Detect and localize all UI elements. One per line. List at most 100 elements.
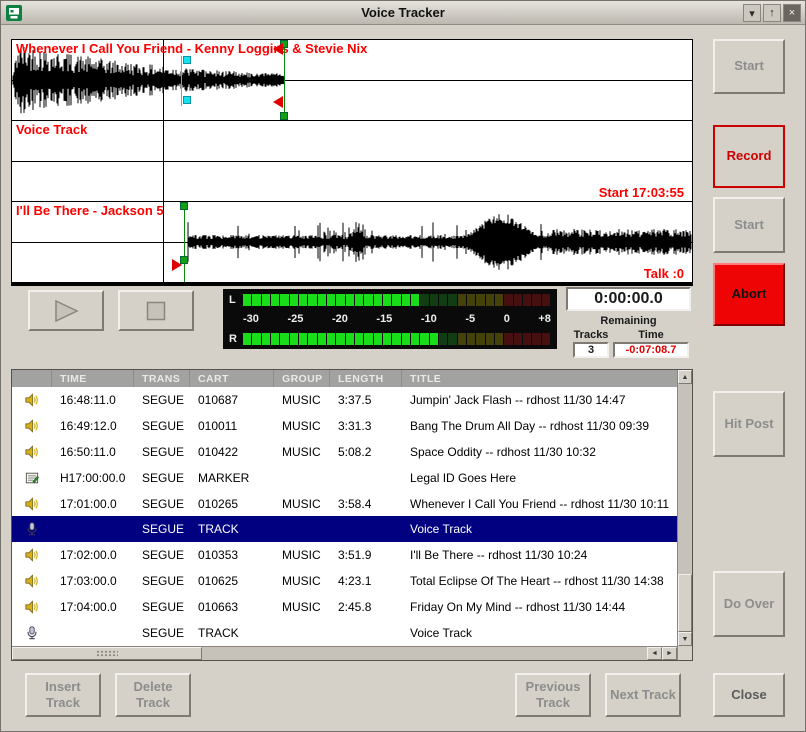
meter-segment bbox=[411, 294, 419, 306]
marker-icon bbox=[12, 471, 52, 485]
start-button-1[interactable]: Start bbox=[713, 39, 785, 94]
horizontal-scrollbar[interactable]: ◄ ► bbox=[12, 646, 677, 660]
scroll-down-icon[interactable]: ▼ bbox=[678, 632, 692, 646]
track-panel-3[interactable]: I'll Be There - Jackson 5 Talk :0 bbox=[12, 202, 692, 283]
cell-cart: 010265 bbox=[190, 497, 274, 511]
meter-segment bbox=[476, 333, 484, 345]
meter-scale-label: +8 bbox=[538, 313, 551, 325]
meter-segment bbox=[299, 333, 307, 345]
cell-time: 17:03:00.0 bbox=[52, 574, 134, 588]
insert-track-button[interactable]: Insert Track bbox=[25, 673, 101, 717]
fade-marker-handle[interactable] bbox=[183, 56, 191, 64]
zero-line bbox=[12, 80, 692, 81]
meter-left-label: L bbox=[229, 294, 243, 306]
cell-title: Space Oddity -- rdhost 11/30 10:32 bbox=[402, 445, 677, 459]
table-row[interactable]: SEGUETRACKVoice Track bbox=[12, 620, 677, 646]
table-row[interactable]: SEGUETRACKVoice Track bbox=[12, 516, 677, 542]
cell-title: Voice Track bbox=[402, 522, 677, 536]
do-over-button[interactable]: Do Over bbox=[713, 571, 785, 637]
cell-title: Whenever I Call You Friend -- rdhost 11/… bbox=[402, 497, 677, 511]
maximize-icon[interactable]: ↑ bbox=[763, 4, 781, 22]
table-row[interactable]: 16:49:12.0SEGUE010011MUSIC3:31.3Bang The… bbox=[12, 413, 677, 439]
fade-marker-handle[interactable] bbox=[183, 96, 191, 104]
table-row[interactable]: 16:50:11.0SEGUE010422MUSIC5:08.2Space Od… bbox=[12, 439, 677, 465]
table-row[interactable]: 17:02:00.0SEGUE010353MUSIC3:51.9I'll Be … bbox=[12, 542, 677, 568]
meter-segment bbox=[271, 294, 279, 306]
meter-segment bbox=[430, 333, 438, 345]
segue-marker-handle[interactable] bbox=[280, 112, 288, 120]
table-row[interactable]: 17:03:00.0SEGUE010625MUSIC4:23.1Total Ec… bbox=[12, 568, 677, 594]
record-button[interactable]: Record bbox=[713, 125, 785, 188]
meter-segment bbox=[327, 294, 335, 306]
track-start-time: Start 17:03:55 bbox=[599, 185, 684, 200]
titlebar[interactable]: Voice Tracker ▾ ↑ × bbox=[1, 1, 805, 25]
meter-segment bbox=[523, 294, 531, 306]
cell-trans: SEGUE bbox=[134, 574, 190, 588]
cell-title: Bang The Drum All Day -- rdhost 11/30 09… bbox=[402, 419, 677, 433]
delete-track-button[interactable]: Delete Track bbox=[115, 673, 191, 717]
meter-segment bbox=[355, 333, 363, 345]
meter-segment bbox=[318, 333, 326, 345]
column-header-group[interactable]: GROUP bbox=[274, 370, 330, 387]
meter-segment bbox=[299, 294, 307, 306]
vertical-scroll-track[interactable] bbox=[678, 384, 692, 632]
vertical-scrollbar[interactable]: ▲ ▼ bbox=[677, 370, 692, 660]
column-header-trans[interactable]: TRANS bbox=[134, 370, 190, 387]
previous-track-button[interactable]: Previous Track bbox=[515, 673, 591, 717]
log-table: TIMETRANSCARTGROUPLENGTHTITLE 16:48:11.0… bbox=[11, 369, 693, 661]
log-table-header[interactable]: TIMETRANSCARTGROUPLENGTHTITLE bbox=[12, 370, 677, 387]
meter-segment bbox=[476, 294, 484, 306]
stop-button[interactable] bbox=[118, 290, 194, 331]
scroll-right-icon[interactable]: ► bbox=[662, 647, 677, 660]
next-track-button[interactable]: Next Track bbox=[605, 673, 681, 717]
cell-time: H17:00:00.0 bbox=[52, 471, 134, 485]
track-talk-time: Talk :0 bbox=[644, 266, 684, 281]
horizontal-scroll-thumb[interactable] bbox=[12, 647, 202, 660]
horizontal-scroll-track[interactable] bbox=[12, 647, 647, 660]
track-panel-2[interactable]: Voice Track Start 17:03:55 bbox=[12, 121, 692, 202]
end-marker-icon[interactable] bbox=[273, 96, 283, 108]
meter-segment bbox=[336, 333, 344, 345]
scroll-left-icon[interactable]: ◄ bbox=[647, 647, 662, 660]
start-marker-line[interactable] bbox=[184, 202, 185, 283]
meter-segment bbox=[532, 294, 540, 306]
column-header-title[interactable]: TITLE bbox=[402, 370, 677, 387]
meter-scale-label: -30 bbox=[243, 313, 259, 325]
meter-segment bbox=[542, 294, 550, 306]
meter-segment bbox=[504, 294, 512, 306]
meter-scale-label: -10 bbox=[421, 313, 437, 325]
cell-trans: SEGUE bbox=[134, 497, 190, 511]
segue-marker-line[interactable] bbox=[284, 40, 285, 121]
table-row[interactable]: 16:48:11.0SEGUE010687MUSIC3:37.5Jumpin' … bbox=[12, 387, 677, 413]
meter-bar-right bbox=[243, 333, 551, 345]
meter-segment bbox=[439, 333, 447, 345]
table-row[interactable]: 17:04:00.0SEGUE010663MUSIC2:45.8Friday O… bbox=[12, 594, 677, 620]
fade-marker-line[interactable] bbox=[181, 56, 182, 106]
log-table-body: 16:48:11.0SEGUE010687MUSIC3:37.5Jumpin' … bbox=[12, 387, 677, 646]
column-header-icon[interactable] bbox=[12, 370, 52, 387]
track-panel-1[interactable]: Whenever I Call You Friend - Kenny Loggi… bbox=[12, 40, 692, 121]
cell-trans: SEGUE bbox=[134, 626, 190, 640]
start-marker-handle[interactable] bbox=[180, 202, 188, 210]
vertical-scroll-thumb[interactable] bbox=[678, 574, 692, 632]
end-marker-icon[interactable] bbox=[273, 43, 283, 55]
abort-button[interactable]: Abort bbox=[713, 263, 785, 326]
track-title: Whenever I Call You Friend - Kenny Loggi… bbox=[16, 41, 367, 56]
column-header-cart[interactable]: CART bbox=[190, 370, 274, 387]
meter-segment bbox=[411, 333, 419, 345]
shade-icon[interactable]: ▾ bbox=[743, 4, 761, 22]
scroll-up-icon[interactable]: ▲ bbox=[678, 370, 692, 384]
close-button[interactable]: Close bbox=[713, 673, 785, 717]
column-header-length[interactable]: LENGTH bbox=[330, 370, 402, 387]
table-row[interactable]: 17:01:00.0SEGUE010265MUSIC3:58.4Whenever… bbox=[12, 491, 677, 517]
table-row[interactable]: H17:00:00.0SEGUEMARKERLegal ID Goes Here bbox=[12, 465, 677, 491]
start-button-2[interactable]: Start bbox=[713, 197, 785, 253]
speaker-icon bbox=[12, 548, 52, 562]
hit-post-button[interactable]: Hit Post bbox=[713, 391, 785, 457]
play-button[interactable] bbox=[28, 290, 104, 331]
talk-marker-icon[interactable] bbox=[172, 259, 182, 271]
close-icon[interactable]: × bbox=[783, 4, 801, 22]
cell-time: 17:04:00.0 bbox=[52, 600, 134, 614]
column-header-time[interactable]: TIME bbox=[52, 370, 134, 387]
meter-segment bbox=[495, 333, 503, 345]
